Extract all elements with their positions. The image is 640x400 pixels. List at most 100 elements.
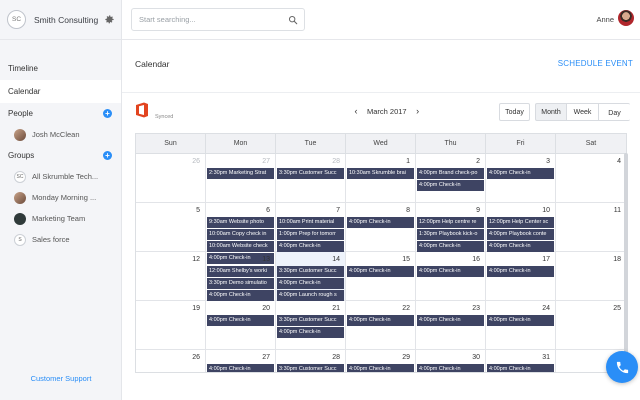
day-cell[interactable]: 25 (556, 301, 626, 349)
day-cell[interactable]: 22 4:00pm Check-in (346, 301, 416, 349)
calendar-scrollbar[interactable] (624, 153, 628, 370)
day-cell[interactable]: 4 (556, 154, 626, 202)
user-name[interactable]: Anne (596, 15, 614, 24)
calendar-event[interactable]: 10:00am Print material (277, 217, 344, 228)
day-cell[interactable]: 21 3:30pm Customer Succ 4:00pm Check-in (276, 301, 346, 349)
calendar-event[interactable]: 4:00pm Check-in (277, 278, 344, 289)
day-cell[interactable]: 29 4:00pm Check-in (346, 350, 416, 372)
phone-call-button[interactable] (606, 351, 638, 383)
calendar-event[interactable]: 4:00pm Check-in (487, 315, 554, 326)
group-item[interactable]: Marketing Team (0, 208, 121, 229)
search-icon[interactable] (288, 15, 298, 25)
calendar-event[interactable]: 3:30pm Demo simulatio (207, 278, 274, 289)
calendar-event[interactable]: 12:00pm Help centre re (417, 217, 484, 228)
add-person-button[interactable]: + (103, 109, 112, 118)
nav-timeline[interactable]: Timeline (0, 57, 121, 80)
group-item[interactable]: SC All Skrumble Tech... (0, 166, 121, 187)
day-cell[interactable]: 24 4:00pm Check-in (486, 301, 556, 349)
calendar-event[interactable]: 12:00am Shelby's worki (207, 266, 274, 277)
day-cell[interactable]: 28 3:30pm Customer Succ (276, 154, 346, 202)
day-cell[interactable]: 19 (136, 301, 206, 349)
day-cell[interactable]: 26 (136, 350, 206, 372)
calendar-event[interactable]: 1:30pm Playbook kick-o (417, 229, 484, 240)
calendar-event[interactable]: 4:00pm Check-in (417, 266, 484, 277)
month-view-button[interactable]: Month (535, 103, 567, 121)
calendar-event[interactable]: 4:00pm Check-in (487, 266, 554, 277)
customer-support-link[interactable]: Customer Support (0, 374, 122, 383)
day-cell[interactable]: 31 4:00pm Check-in (486, 350, 556, 372)
calendar-event[interactable]: 4:00pm Brand check-po (417, 168, 484, 179)
calendar-event[interactable]: 3:30pm Customer Succ (277, 364, 344, 372)
chevron-left-icon[interactable]: ‹ (352, 106, 360, 116)
day-cell[interactable]: 16 4:00pm Check-in (416, 252, 486, 300)
person-item[interactable]: Josh McClean (0, 124, 121, 145)
day-cell[interactable]: 10 12:00pm Help Center sc 4:00pm Playbook … (486, 203, 556, 252)
user-avatar[interactable] (618, 10, 634, 26)
calendar-event[interactable]: 4:00pm Check-in (207, 290, 274, 301)
calendar-event[interactable]: 10:00am Website check (207, 241, 274, 252)
nav-calendar[interactable]: Calendar (0, 80, 121, 103)
today-button[interactable]: Today (499, 103, 530, 121)
day-cell[interactable]: 30 4:00pm Check-in (416, 350, 486, 372)
calendar-event[interactable]: 4:00pm Check-in (347, 364, 414, 372)
calendar-event[interactable]: 4:00pm Check-in (277, 327, 344, 338)
add-group-button[interactable]: + (103, 151, 112, 160)
week-row: 26 27 2:30pm Marketing Strat 28 3:30pm Custo… (136, 154, 626, 203)
day-cell[interactable]: 26 (136, 154, 206, 202)
day-cell[interactable]: 2 4:00pm Brand check-po 4:00pm Check-in (416, 154, 486, 202)
calendar-event[interactable]: 4:00pm Check-in (347, 266, 414, 277)
chevron-right-icon[interactable]: › (414, 106, 422, 116)
day-cell[interactable]: 14 3:30pm Customer Succ 4:00pm Check-in 4:0… (276, 252, 346, 301)
day-cell[interactable]: 17 4:00pm Check-in (486, 252, 556, 300)
calendar-event[interactable]: 3:30pm Customer Succ (277, 315, 344, 326)
calendar-event[interactable]: 4:00pm Check-in (277, 241, 344, 252)
calendar-event[interactable]: 10:30am Skrumble brai (347, 168, 414, 179)
calendar-event[interactable]: 4:00pm Check-in (207, 364, 274, 372)
calendar-event[interactable]: 2:30pm Marketing Strat (207, 168, 274, 179)
calendar-event[interactable]: 4:00pm Check-in (417, 180, 484, 191)
day-cell[interactable]: 8 4:00pm Check-in (346, 203, 416, 251)
search-input[interactable] (132, 9, 282, 30)
calendar-event[interactable]: 4:00pm Check-in (347, 217, 414, 228)
calendar-event[interactable]: 4:00pm Check-in (417, 364, 484, 372)
calendar-event[interactable]: 4:00pm Playbook conte (487, 229, 554, 240)
day-cell[interactable]: 5 (136, 203, 206, 251)
calendar-event[interactable]: 3:30pm Customer Succ (277, 168, 344, 179)
calendar-event[interactable]: 9:30am Website photo (207, 217, 274, 228)
calendar-event[interactable]: 4:00pm Check-in (487, 241, 554, 252)
day-cell[interactable]: 13 12:00am Shelby's worki 3:30pm Demo simu… (206, 252, 276, 301)
day-cell[interactable]: 27 4:00pm Check-in (206, 350, 276, 372)
day-cell[interactable]: 1 10:30am Skrumble brai (346, 154, 416, 202)
day-cell[interactable]: 27 2:30pm Marketing Strat (206, 154, 276, 202)
day-cell[interactable]: 23 4:00pm Check-in (416, 301, 486, 349)
day-cell[interactable]: 7 10:00am Print material 1:00pm Prep for t… (276, 203, 346, 264)
calendar-event[interactable]: 4:00pm Check-in (207, 315, 274, 326)
day-view-button[interactable]: Day (599, 103, 630, 121)
calendar-event[interactable]: 4:00pm Check-in (417, 315, 484, 326)
calendar-event[interactable]: 4:00pm Check-in (487, 364, 554, 372)
calendar-event[interactable]: 3:30pm Customer Succ (277, 266, 344, 277)
calendar-event[interactable]: 4:00pm Launch rough s (277, 290, 344, 301)
day-cell[interactable]: 20 4:00pm Check-in (206, 301, 276, 349)
day-number: 21 (332, 305, 340, 312)
calendar-event[interactable]: 12:00pm Help Center sc (487, 217, 554, 228)
gear-icon[interactable] (104, 14, 115, 25)
day-cell[interactable]: 3 4:00pm Check-in (486, 154, 556, 202)
day-cell[interactable]: 9 12:00pm Help centre re 1:30pm Playbook k… (416, 203, 486, 252)
day-cell[interactable]: 18 (556, 252, 626, 300)
brand-name[interactable]: Smith Consulting (34, 15, 98, 25)
schedule-event-button[interactable]: SCHEDULE EVENT (558, 59, 633, 68)
calendar-event[interactable]: 10:00am Copy check in (207, 229, 274, 240)
day-cell[interactable]: 15 4:00pm Check-in (346, 252, 416, 300)
week-view-button[interactable]: Week (567, 103, 599, 121)
day-cell[interactable]: 283:30pm Customer Succ4:00pm Check-in (276, 350, 346, 372)
calendar-event[interactable]: 4:00pm Check-in (417, 241, 484, 252)
day-cell[interactable]: 6 9:30am Website photo 10:00am Copy check … (206, 203, 276, 264)
calendar-event[interactable]: 1:00pm Prep for tomorr (277, 229, 344, 240)
day-cell[interactable]: 11 (556, 203, 626, 251)
day-cell[interactable]: 12 (136, 252, 206, 300)
calendar-event[interactable]: 4:00pm Check-in (347, 315, 414, 326)
group-item[interactable]: S Sales force (0, 229, 121, 250)
group-item[interactable]: Monday Morning ... (0, 187, 121, 208)
calendar-event[interactable]: 4:00pm Check-in (487, 168, 554, 179)
